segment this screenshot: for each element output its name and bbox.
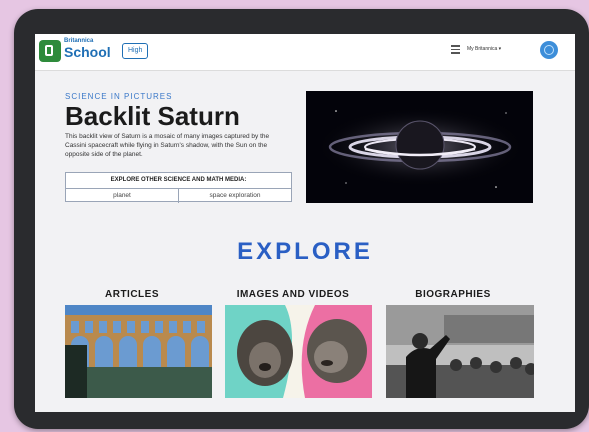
page-title: Backlit Saturn (65, 101, 240, 131)
category-biographies[interactable]: BIOGRAPHIES (378, 289, 528, 300)
globe-icon[interactable] (540, 41, 558, 59)
biographies-thumbnail[interactable] (386, 305, 534, 398)
screen: Britannica School High My Britannica ▾ S… (35, 34, 575, 412)
top-nav: Britannica School High My Britannica ▾ (35, 34, 575, 71)
explore-heading: EXPLORE (237, 238, 373, 265)
media-link-space-exploration[interactable]: space exploration (179, 189, 291, 203)
account-menu[interactable]: My Britannica ▾ (467, 46, 501, 52)
menu-icon[interactable] (451, 45, 460, 54)
media-links-table: EXPLORE OTHER SCIENCE AND MATH MEDIA: pl… (65, 172, 292, 203)
images-videos-thumbnail[interactable] (225, 305, 372, 398)
articles-thumbnail[interactable] (65, 305, 212, 398)
media-link-planet[interactable]: planet (66, 189, 179, 203)
section-eyebrow: SCIENCE IN PICTURES (65, 92, 173, 101)
category-images-videos[interactable]: IMAGES AND VIDEOS (218, 289, 368, 300)
category-articles[interactable]: ARTICLES (57, 289, 207, 300)
brand[interactable]: Britannica School (64, 38, 111, 59)
media-links-header: EXPLORE OTHER SCIENCE AND MATH MEDIA: (66, 173, 291, 189)
saturn-image[interactable] (306, 91, 533, 203)
britannica-logo-icon[interactable] (39, 40, 61, 62)
level-badge[interactable]: High (122, 43, 149, 59)
brand-main: School (64, 44, 111, 60)
media-links-row: planet space exploration (66, 189, 291, 203)
feature-description: This backlit view of Saturn is a mosaic … (65, 133, 270, 158)
